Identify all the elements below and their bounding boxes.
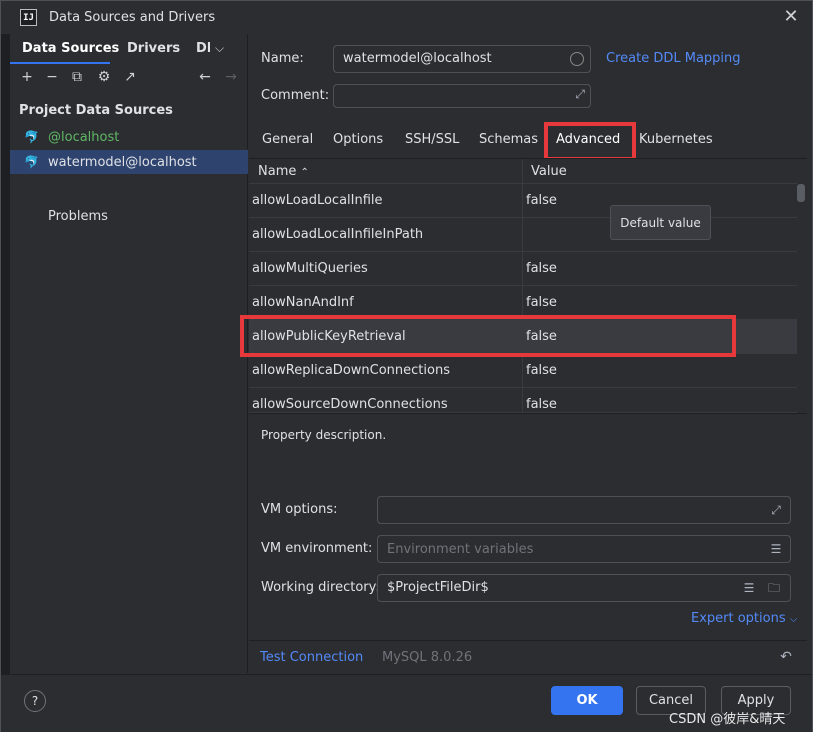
vm-options-label: VM options:: [261, 502, 338, 517]
table-row[interactable]: allowSourceDownConnections false: [249, 388, 797, 413]
external-link-icon[interactable]: ↗: [121, 68, 139, 86]
chevron-down-icon[interactable]: ⌵: [215, 41, 224, 56]
table-header: Name ⌃ Value: [249, 159, 797, 184]
add-icon[interactable]: +: [18, 68, 36, 86]
comment-field[interactable]: ⤢: [333, 84, 591, 108]
expert-options-label: Expert options: [691, 611, 786, 626]
help-icon[interactable]: ?: [24, 690, 46, 712]
vm-environment-field[interactable]: Environment variables ☰: [377, 535, 791, 563]
table-scrollbar[interactable]: [797, 184, 805, 202]
folder-icon[interactable]: 🗀: [766, 580, 782, 596]
tab-ddl[interactable]: DD: [196, 41, 210, 56]
property-description: Property description.: [261, 428, 387, 442]
back-arrow-icon[interactable]: ←: [196, 68, 214, 86]
table-row[interactable]: allowMultiQueries false: [249, 252, 797, 286]
property-value[interactable]: false: [526, 363, 557, 378]
window-title: Data Sources and Drivers: [49, 10, 216, 25]
name-field[interactable]: watermodel@localhost: [333, 45, 591, 73]
duplicate-icon[interactable]: ⧉: [68, 68, 86, 86]
env-placeholder: Environment variables: [387, 542, 534, 557]
gear-icon[interactable]: ⚙: [95, 68, 113, 86]
tab-drivers[interactable]: Drivers: [127, 41, 180, 56]
property-value[interactable]: false: [526, 397, 557, 412]
expert-options-link[interactable]: Expert options ⌵: [691, 611, 797, 626]
vm-environment-label: VM environment:: [261, 541, 373, 556]
background-edge: [1, 34, 10, 674]
row-highlight: [240, 315, 736, 357]
tab-general[interactable]: General: [262, 132, 313, 147]
sidebar-item-label: @localhost: [48, 129, 120, 145]
sidebar-item-watermodel[interactable]: 🐬 watermodel@localhost: [10, 150, 248, 174]
working-directory-field[interactable]: $ProjectFileDir$ ☰ 🗀: [377, 574, 791, 602]
property-value[interactable]: false: [526, 261, 557, 276]
comment-label: Comment:: [261, 88, 330, 103]
watermark: CSDN @彼岸&晴天: [669, 712, 786, 727]
chevron-down-icon: ⌵: [789, 614, 798, 625]
forward-arrow-icon[interactable]: →: [222, 68, 240, 86]
property-value[interactable]: false: [526, 193, 557, 208]
table-row[interactable]: allowLoadLocalInfileInPath: [249, 218, 797, 252]
working-directory-value: $ProjectFileDir$: [387, 580, 489, 595]
tab-ssh-ssl[interactable]: SSH/SSL: [405, 132, 459, 147]
project-data-sources-heading: Project Data Sources: [19, 103, 173, 118]
property-name: allowLoadLocalInfile: [252, 193, 383, 208]
column-value-header[interactable]: Value: [531, 164, 567, 179]
default-value-tooltip: Default value: [610, 205, 711, 240]
list-icon[interactable]: ☰: [741, 580, 757, 596]
sidebar-item-localhost[interactable]: 🐬 @localhost: [10, 125, 248, 149]
active-tab-indicator: [10, 62, 110, 64]
tab-schemas[interactable]: Schemas: [479, 132, 538, 147]
mysql-icon: 🐬: [24, 155, 39, 169]
close-icon[interactable]: ✕: [779, 5, 803, 29]
sort-asc-icon: ⌃: [300, 167, 309, 178]
test-connection-link[interactable]: Test Connection: [260, 650, 363, 665]
name-label: Name:: [261, 51, 304, 66]
vm-options-field[interactable]: ⤢: [377, 496, 791, 524]
advanced-tab-highlight: [544, 122, 636, 161]
driver-version: MySQL 8.0.26: [382, 650, 473, 665]
problems-item[interactable]: Problems: [48, 209, 108, 224]
property-name: allowMultiQueries: [252, 261, 368, 276]
remove-icon[interactable]: −: [43, 68, 61, 86]
create-ddl-mapping-link[interactable]: Create DDL Mapping: [606, 51, 741, 66]
working-directory-label: Working directory:: [261, 580, 380, 595]
intellij-logo-icon: IJ: [20, 9, 37, 26]
name-value: watermodel@localhost: [343, 51, 492, 66]
tab-data-sources[interactable]: Data Sources: [22, 41, 119, 56]
revert-icon[interactable]: ↶: [778, 649, 794, 665]
property-name: allowReplicaDownConnections: [252, 363, 450, 378]
property-value[interactable]: false: [526, 295, 557, 310]
expand-icon[interactable]: ⤢: [575, 87, 585, 102]
table-row[interactable]: allowLoadLocalInfile false: [249, 184, 797, 218]
divider: [249, 413, 807, 414]
expand-icon[interactable]: ⤢: [768, 502, 784, 518]
color-circle-icon[interactable]: [570, 52, 584, 66]
property-name: allowSourceDownConnections: [252, 397, 448, 412]
sidebar-item-label: watermodel@localhost: [48, 154, 197, 170]
tab-kubernetes[interactable]: Kubernetes: [639, 132, 713, 147]
table-row[interactable]: allowReplicaDownConnections false: [249, 354, 797, 388]
dialog-window: IJ Data Sources and Drivers ✕ Data Sourc…: [0, 0, 813, 732]
divider: [249, 640, 807, 641]
property-name: allowLoadLocalInfileInPath: [252, 227, 424, 242]
column-name-label: Name: [258, 164, 297, 179]
column-name-header[interactable]: Name ⌃: [258, 164, 309, 179]
list-icon[interactable]: ☰: [768, 541, 784, 557]
ok-button[interactable]: OK: [551, 686, 623, 715]
property-name: allowNanAndInf: [252, 295, 354, 310]
tab-options[interactable]: Options: [333, 132, 383, 147]
mysql-icon: 🐬: [24, 130, 39, 144]
